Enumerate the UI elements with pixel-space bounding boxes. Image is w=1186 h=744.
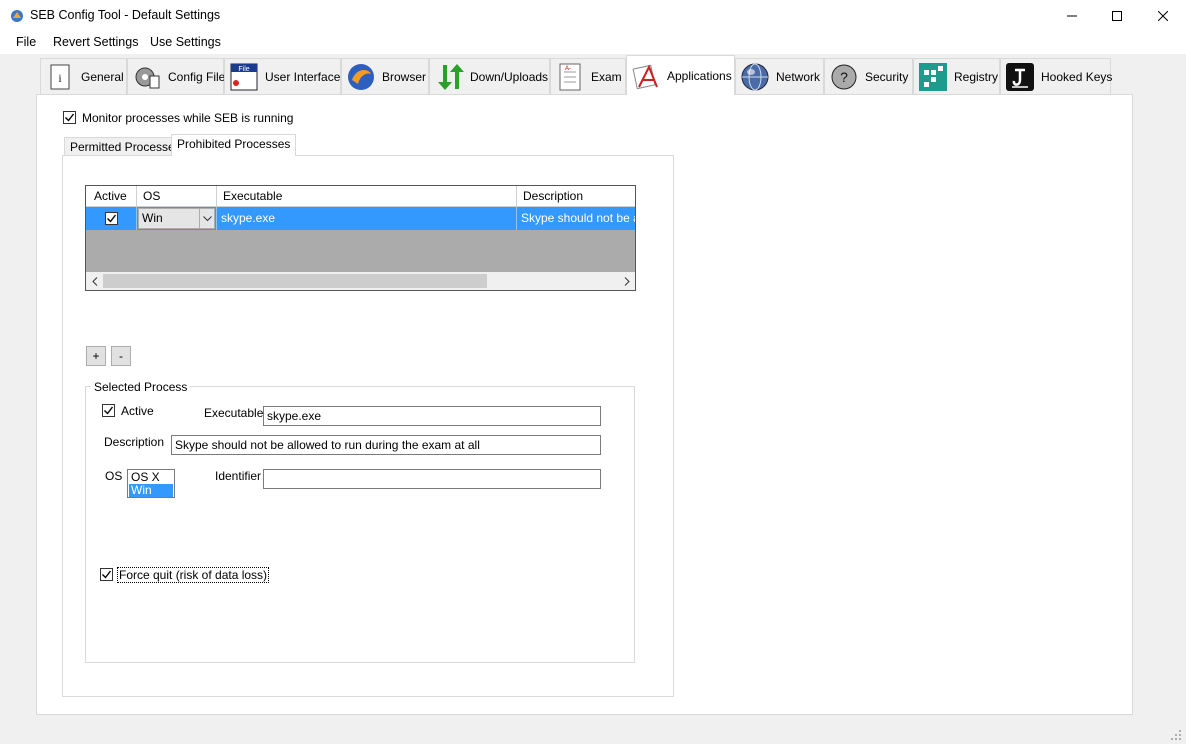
subtab-prohibited-processes[interactable]: Prohibited Processes xyxy=(171,134,297,156)
column-header-active[interactable]: Active xyxy=(86,186,137,207)
column-header-os[interactable]: OS xyxy=(137,186,217,207)
svg-text:?: ? xyxy=(840,69,848,85)
tab-network[interactable]: Network xyxy=(735,58,824,94)
row-description-cell[interactable]: Skype should not be allo xyxy=(517,207,635,230)
tab-label: Registry xyxy=(954,69,999,84)
exam-icon: A- xyxy=(559,63,581,90)
tab-label: Config File xyxy=(168,69,226,84)
description-field[interactable]: Skype should not be allowed to run durin… xyxy=(171,435,601,455)
selected-process-group xyxy=(85,386,635,663)
tab-user-interface[interactable]: File User Interface xyxy=(224,58,341,94)
tab-config-file[interactable]: Config File xyxy=(127,58,226,94)
row-os-dropdown[interactable]: Win xyxy=(138,208,215,229)
chevron-right-icon xyxy=(624,276,630,286)
checkmark-icon xyxy=(107,214,117,223)
row-os-cell[interactable]: Win xyxy=(137,207,217,230)
tab-security[interactable]: ? Security xyxy=(824,58,913,94)
force-quit-checkbox[interactable] xyxy=(100,568,113,581)
selected-process-title: Selected Process xyxy=(91,380,191,394)
description-label: Description xyxy=(104,435,165,449)
row-executable-cell[interactable]: skype.exe xyxy=(217,207,517,230)
applications-icon xyxy=(632,64,658,89)
security-icon: ? xyxy=(831,64,857,89)
svg-text:File: File xyxy=(238,66,249,73)
minimize-icon xyxy=(1067,15,1077,17)
column-header-executable[interactable]: Executable xyxy=(217,186,517,207)
config-file-icon xyxy=(135,67,160,88)
checkmark-icon xyxy=(102,570,112,579)
selected-active-checkbox[interactable] xyxy=(102,404,115,417)
menu-revert-settings[interactable]: Revert Settings xyxy=(53,35,138,49)
svg-text:A-: A- xyxy=(565,66,571,72)
tab-label: User Interface xyxy=(265,69,341,84)
resize-grip-icon[interactable] xyxy=(1170,729,1182,741)
general-icon: i xyxy=(50,64,70,89)
prohibited-processes-grid[interactable]: Active OS Executable Description Win sky… xyxy=(85,185,636,291)
scrollbar-thumb[interactable] xyxy=(103,274,487,288)
tab-browser[interactable]: Browser xyxy=(341,58,429,94)
scroll-left-button[interactable] xyxy=(86,272,103,290)
os-option-win[interactable]: Win xyxy=(129,484,173,497)
down-uploads-icon xyxy=(438,63,464,90)
tab-registry[interactable]: Registry xyxy=(913,58,1000,94)
close-button[interactable] xyxy=(1140,0,1186,32)
add-process-button[interactable]: + xyxy=(86,346,106,366)
network-icon xyxy=(741,63,769,90)
horizontal-scrollbar[interactable] xyxy=(86,272,635,290)
tab-down-uploads[interactable]: Down/Uploads xyxy=(429,58,550,94)
registry-icon xyxy=(919,62,947,91)
identifier-field[interactable] xyxy=(263,469,601,489)
row-active-cell[interactable] xyxy=(86,207,137,230)
os-listbox[interactable]: OS X Win xyxy=(127,469,175,498)
maximize-button[interactable] xyxy=(1094,0,1140,32)
executable-field[interactable]: skype.exe xyxy=(263,406,601,426)
seb-app-icon xyxy=(11,10,23,22)
tab-label: Applications xyxy=(667,68,732,83)
hooked-keys-icon xyxy=(1006,62,1034,91)
tab-label: Exam xyxy=(591,69,622,84)
checkmark-icon xyxy=(104,406,114,415)
column-header-description[interactable]: Description xyxy=(517,186,635,207)
remove-process-button[interactable]: - xyxy=(111,346,131,366)
row-os-value: Win xyxy=(142,211,163,225)
monitor-processes-checkbox[interactable] xyxy=(63,111,76,124)
tab-exam[interactable]: A- Exam xyxy=(550,58,626,94)
title-bar: SEB Config Tool - Default Settings xyxy=(0,0,1186,32)
tab-label: General xyxy=(81,69,124,84)
tab-label: Security xyxy=(865,69,909,84)
tab-label: Down/Uploads xyxy=(470,69,549,84)
tab-applications[interactable]: Applications xyxy=(626,55,735,95)
executable-label: Executable xyxy=(204,406,264,420)
scroll-right-button[interactable] xyxy=(618,272,635,290)
identifier-label: Identifier xyxy=(215,469,262,483)
force-quit-label: Force quit (risk of data loss) xyxy=(117,567,270,583)
browser-icon xyxy=(348,63,374,90)
grid-header: Active OS Executable Description xyxy=(86,186,635,207)
user-interface-icon: File xyxy=(230,63,258,90)
checkmark-icon xyxy=(65,113,75,122)
tab-label: Hooked Keys xyxy=(1041,69,1113,84)
window-title: SEB Config Tool - Default Settings xyxy=(30,8,221,22)
subtab-permitted-processes[interactable]: Permitted Processes xyxy=(64,137,187,157)
monitor-processes-label: Monitor processes while SEB is running xyxy=(82,111,294,125)
close-icon xyxy=(1158,11,1168,21)
tab-general[interactable]: i General xyxy=(40,58,127,94)
chevron-left-icon xyxy=(91,276,97,286)
maximize-icon xyxy=(1112,11,1122,21)
row-active-checkbox[interactable] xyxy=(105,212,118,225)
tab-hooked-keys[interactable]: Hooked Keys xyxy=(1000,58,1113,94)
table-row[interactable]: Win skype.exe Skype should not be allo xyxy=(86,207,635,230)
os-label: OS xyxy=(105,469,123,483)
menu-file[interactable]: File xyxy=(16,35,36,49)
selected-active-label: Active xyxy=(121,404,154,418)
minimize-button[interactable] xyxy=(1049,0,1095,32)
menu-bar: File Revert Settings Use Settings xyxy=(0,32,1186,54)
chevron-down-icon xyxy=(199,209,215,228)
tab-label: Network xyxy=(776,69,821,84)
menu-use-settings[interactable]: Use Settings xyxy=(150,35,221,49)
tab-label: Browser xyxy=(382,69,427,84)
